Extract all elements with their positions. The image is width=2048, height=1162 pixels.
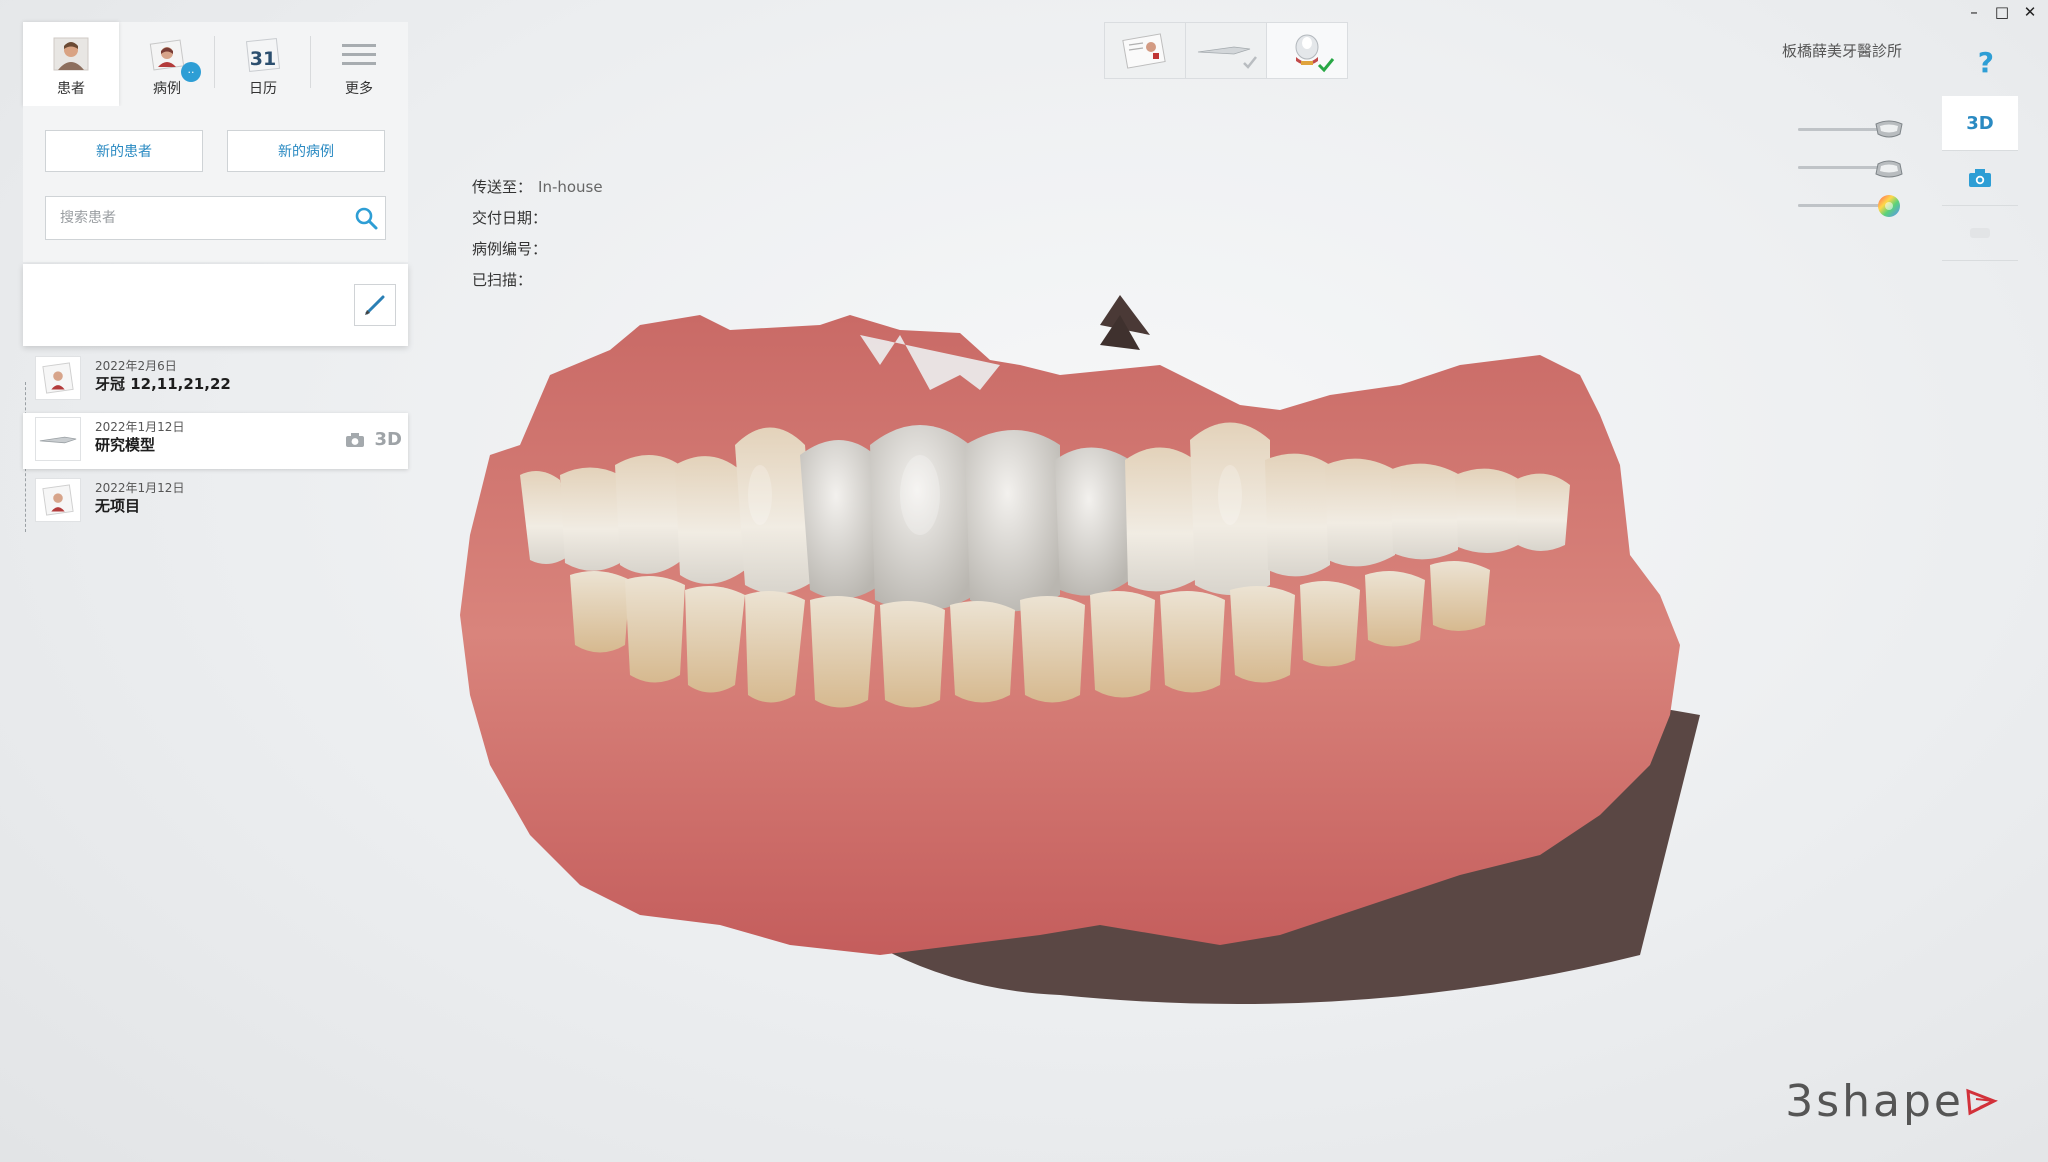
disabled-tool-button[interactable] (1942, 206, 2018, 261)
tab-label: 患者 (57, 81, 85, 97)
send-to-row: 传送至： In-house (472, 172, 603, 203)
workflow-steps (1104, 22, 1348, 79)
scanner-thumb-icon (35, 417, 81, 461)
case-title: 研究模型 (95, 436, 156, 454)
delivery-date-label: 交付日期： (472, 209, 548, 227)
list-item[interactable]: 2022年1月12日 无项目 (23, 474, 408, 530)
lower-jaw-slider[interactable] (1798, 148, 1908, 186)
case-thumb-icon (35, 478, 81, 522)
color-slider[interactable] (1798, 186, 1908, 224)
help-icon[interactable]: ? (1978, 46, 1994, 79)
order-form-icon (1122, 33, 1166, 69)
list-item[interactable]: 2022年1月12日 研究模型 3D (23, 413, 408, 469)
search-icon[interactable] (353, 205, 379, 231)
case-date: 2022年1月12日 (95, 420, 185, 434)
upper-jaw-slider[interactable] (1798, 110, 1908, 148)
clinic-name: 板橋薛美牙醫診所 (1781, 42, 1902, 60)
scanned-label: 已扫描： (472, 271, 533, 289)
color-wheel-icon[interactable] (1874, 192, 1904, 220)
tab-patients[interactable]: 患者 (23, 22, 119, 106)
workflow-step-order[interactable] (1104, 22, 1186, 79)
window-controls: – □ ✕ (1960, 2, 2044, 22)
case-tools: 3D (345, 429, 402, 450)
workflow-step-scan[interactable] (1185, 22, 1267, 79)
case-date: 2022年2月6日 (95, 359, 177, 373)
view-3d-label: 3D (1966, 112, 1994, 134)
case-number-label: 病例编号： (472, 240, 548, 258)
case-title: 牙冠 12,11,21,22 (95, 375, 231, 393)
calendar-icon: 31 (245, 37, 281, 73)
dental-model-3d[interactable] (460, 295, 1940, 1015)
case-list: 2022年2月6日 牙冠 12,11,21,22 2022年1月12日 研究模型… (23, 352, 408, 535)
new-case-button[interactable]: 新的病例 (227, 130, 385, 172)
camera-icon (1969, 169, 1991, 187)
edit-patient-button[interactable] (354, 284, 396, 326)
svg-text:31: 31 (250, 48, 276, 70)
workflow-step-review[interactable] (1266, 22, 1348, 79)
view-toolbar: 3D (1942, 96, 2018, 261)
scanner-icon (1197, 46, 1257, 69)
camera-icon[interactable] (345, 432, 365, 448)
tab-more[interactable]: 更多 (311, 22, 407, 106)
send-to-value: In-house (538, 178, 603, 196)
main-tabs: 患者 .. 病例 31 日历 更多 (23, 22, 408, 106)
brand-logo: 3shape (1785, 1076, 1998, 1127)
lower-jaw-icon[interactable] (1874, 154, 1904, 182)
search-box (45, 196, 386, 240)
patient-card (23, 264, 408, 346)
disabled-tool-icon (1970, 228, 1990, 238)
brand-triangle-icon (1966, 1088, 1998, 1115)
view-3d-link[interactable]: 3D (375, 429, 402, 450)
patient-actions-panel: 新的患者 新的病例 (23, 106, 408, 262)
visibility-sliders (1798, 110, 1908, 224)
case-info: 传送至： In-house 交付日期： 病例编号： 已扫描： (472, 172, 603, 296)
maximize-button[interactable]: □ (1988, 2, 2016, 22)
menu-icon (342, 44, 376, 65)
patient-icon (53, 37, 89, 71)
view-3d-button[interactable]: 3D (1942, 96, 2018, 151)
send-to-label: 传送至： (472, 178, 533, 196)
case-date: 2022年1月12日 (95, 481, 185, 495)
case-badge: .. (181, 62, 201, 82)
tab-label: 日历 (249, 81, 277, 97)
close-button[interactable]: ✕ (2016, 2, 2044, 22)
list-item[interactable]: 2022年2月6日 牙冠 12,11,21,22 (23, 352, 408, 408)
tab-label: 病例 (153, 81, 181, 97)
tab-cases[interactable]: .. 病例 (119, 22, 215, 106)
upper-jaw-icon[interactable] (1874, 116, 1904, 144)
brand-name: 3shape (1785, 1076, 1964, 1127)
tab-calendar[interactable]: 31 日历 (215, 22, 311, 106)
search-input[interactable] (58, 197, 342, 239)
case-title: 无项目 (95, 497, 141, 515)
tab-label: 更多 (345, 81, 373, 97)
case-thumb-icon (35, 356, 81, 400)
minimize-button[interactable]: – (1960, 2, 1988, 22)
review-model-icon (1295, 34, 1335, 73)
new-patient-button[interactable]: 新的患者 (45, 130, 203, 172)
camera-button[interactable] (1942, 151, 2018, 206)
pencil-icon (365, 295, 385, 315)
